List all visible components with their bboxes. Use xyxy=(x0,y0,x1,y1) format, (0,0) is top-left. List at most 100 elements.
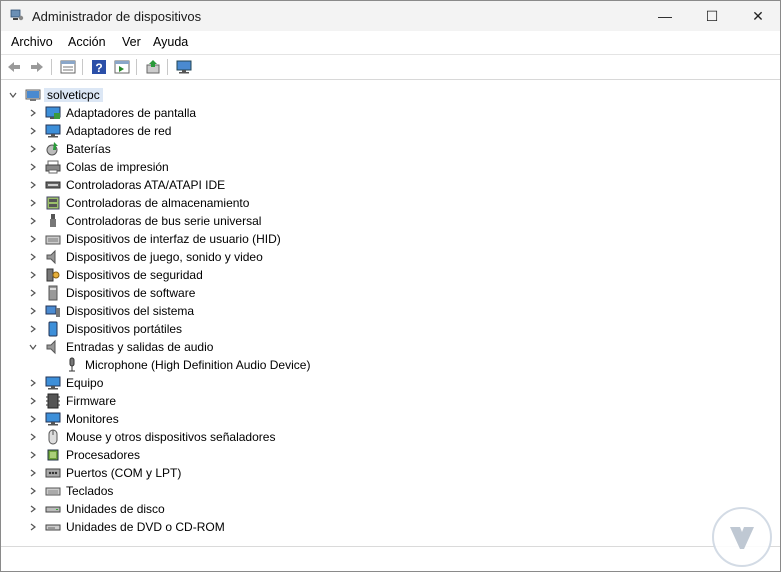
tree-category[interactable]: Teclados xyxy=(1,482,780,500)
category-label: Baterías xyxy=(66,142,111,156)
toolbar-separator xyxy=(167,59,168,75)
chevron-right-icon[interactable] xyxy=(28,212,38,230)
chevron-right-icon[interactable] xyxy=(28,266,38,284)
menu-ayuda[interactable]: Ayuda xyxy=(153,35,188,49)
minimize-button[interactable]: — xyxy=(642,1,688,31)
tree-category[interactable]: Adaptadores de red xyxy=(1,122,780,140)
root-label: solveticpc xyxy=(44,88,103,102)
system-device-icon xyxy=(45,303,61,319)
category-label: Adaptadores de red xyxy=(66,124,172,138)
category-label: Controladoras ATA/ATAPI IDE xyxy=(66,178,226,192)
category-label: Dispositivos portátiles xyxy=(66,322,183,336)
tree-category[interactable]: Adaptadores de pantalla xyxy=(1,104,780,122)
chevron-right-icon[interactable] xyxy=(28,104,38,122)
category-label: Colas de impresión xyxy=(66,160,169,174)
update-driver-button[interactable] xyxy=(144,58,162,76)
chevron-right-icon[interactable] xyxy=(28,122,38,140)
chevron-right-icon[interactable] xyxy=(28,158,38,176)
tree-category[interactable]: Mouse y otros dispositivos señaladores xyxy=(1,428,780,446)
disk-drive-icon xyxy=(45,501,61,517)
maximize-button[interactable]: ☐ xyxy=(689,1,735,31)
svg-text:?: ? xyxy=(95,61,102,75)
forward-icon xyxy=(31,62,43,72)
chevron-right-icon[interactable] xyxy=(28,392,38,410)
close-icon: ✕ xyxy=(752,7,764,24)
tree-category[interactable]: Dispositivos portátiles xyxy=(1,320,780,338)
chevron-right-icon[interactable] xyxy=(28,320,38,338)
network-adapter-icon xyxy=(45,123,61,139)
chevron-right-icon[interactable] xyxy=(28,410,38,428)
category-label: Dispositivos de interfaz de usuario (HID… xyxy=(66,232,281,246)
title-bar[interactable]: Administrador de dispositivos — ☐ ✕ xyxy=(1,1,780,31)
menu-archivo[interactable]: Archivo xyxy=(11,35,53,49)
tree-category[interactable]: Puertos (COM y LPT) xyxy=(1,464,780,482)
tree-category[interactable]: Dispositivos de juego, sonido y video xyxy=(1,248,780,266)
chevron-right-icon[interactable] xyxy=(28,176,38,194)
chevron-right-icon[interactable] xyxy=(28,374,38,392)
tree-category[interactable]: Colas de impresión xyxy=(1,158,780,176)
status-bar xyxy=(1,546,780,571)
close-button[interactable]: ✕ xyxy=(735,1,780,31)
tree-category[interactable]: Controladoras ATA/ATAPI IDE xyxy=(1,176,780,194)
tree-category[interactable]: Procesadores xyxy=(1,446,780,464)
tree-category[interactable]: Entradas y salidas de audio xyxy=(1,338,780,356)
device-tree[interactable]: solveticpc Adaptadores de pantalla Adaptad… xyxy=(1,81,780,545)
forward-button[interactable] xyxy=(28,58,46,76)
action-view-button[interactable] xyxy=(113,58,131,76)
tree-category[interactable]: Dispositivos de interfaz de usuario (HID… xyxy=(1,230,780,248)
tree-device[interactable]: Microphone (High Definition Audio Device… xyxy=(1,356,780,374)
chevron-right-icon[interactable] xyxy=(28,518,38,536)
chevron-right-icon[interactable] xyxy=(28,482,38,500)
category-label: Controladoras de almacenamiento xyxy=(66,196,250,210)
tree-category[interactable]: Unidades de disco xyxy=(1,500,780,518)
chevron-right-icon[interactable] xyxy=(28,140,38,158)
chevron-right-icon[interactable] xyxy=(28,446,38,464)
toolbar-separator xyxy=(51,59,52,75)
back-button[interactable] xyxy=(5,58,23,76)
maximize-icon: ☐ xyxy=(705,7,719,24)
chevron-right-icon[interactable] xyxy=(28,194,38,212)
chevron-right-icon[interactable] xyxy=(28,248,38,266)
tree-category[interactable]: Controladoras de bus serie universal xyxy=(1,212,780,230)
software-device-icon xyxy=(45,285,61,301)
printer-icon xyxy=(45,159,61,175)
chevron-right-icon[interactable] xyxy=(28,302,38,320)
tree-category[interactable]: Dispositivos de seguridad xyxy=(1,266,780,284)
toolbar-separator xyxy=(136,59,137,75)
chevron-right-icon[interactable] xyxy=(28,284,38,302)
tree-category[interactable]: Dispositivos de software xyxy=(1,284,780,302)
audio-io-icon xyxy=(45,339,61,355)
tree-category[interactable]: Monitores xyxy=(1,410,780,428)
window-title: Administrador de dispositivos xyxy=(32,9,202,24)
properties-view-button[interactable] xyxy=(59,58,77,76)
scan-hardware-button[interactable] xyxy=(175,58,193,76)
help-button[interactable]: ? xyxy=(90,58,108,76)
menu-accion[interactable]: Acción xyxy=(68,35,106,49)
tree-category[interactable]: Unidades de DVD o CD-ROM xyxy=(1,518,780,536)
toolbar-separator xyxy=(82,59,83,75)
category-label: Entradas y salidas de audio xyxy=(66,340,214,354)
usb-icon xyxy=(45,213,61,229)
update-driver-icon xyxy=(146,60,160,74)
chevron-right-icon[interactable] xyxy=(28,428,38,446)
device-manager-window: Administrador de dispositivos — ☐ ✕ Arch… xyxy=(0,0,781,572)
tree-root-node[interactable]: solveticpc xyxy=(1,86,780,104)
category-label: Adaptadores de pantalla xyxy=(66,106,197,120)
chevron-right-icon[interactable] xyxy=(28,500,38,518)
computer-icon xyxy=(25,87,41,103)
chevron-right-icon[interactable] xyxy=(28,464,38,482)
portable-device-icon xyxy=(45,321,61,337)
microphone-icon xyxy=(64,357,80,373)
chevron-down-icon[interactable] xyxy=(28,338,38,356)
tree-category[interactable]: Dispositivos del sistema xyxy=(1,302,780,320)
chevron-down-icon[interactable] xyxy=(8,86,18,104)
tree-category[interactable]: Baterías xyxy=(1,140,780,158)
tree-category[interactable]: Equipo xyxy=(1,374,780,392)
chevron-right-icon[interactable] xyxy=(28,230,38,248)
tree-category[interactable]: Controladoras de almacenamiento xyxy=(1,194,780,212)
mouse-icon xyxy=(45,429,61,445)
tree-category[interactable]: Firmware xyxy=(1,392,780,410)
dvd-drive-icon xyxy=(45,519,61,535)
menu-ver[interactable]: Ver xyxy=(122,35,141,49)
properties-view-icon xyxy=(60,60,76,74)
